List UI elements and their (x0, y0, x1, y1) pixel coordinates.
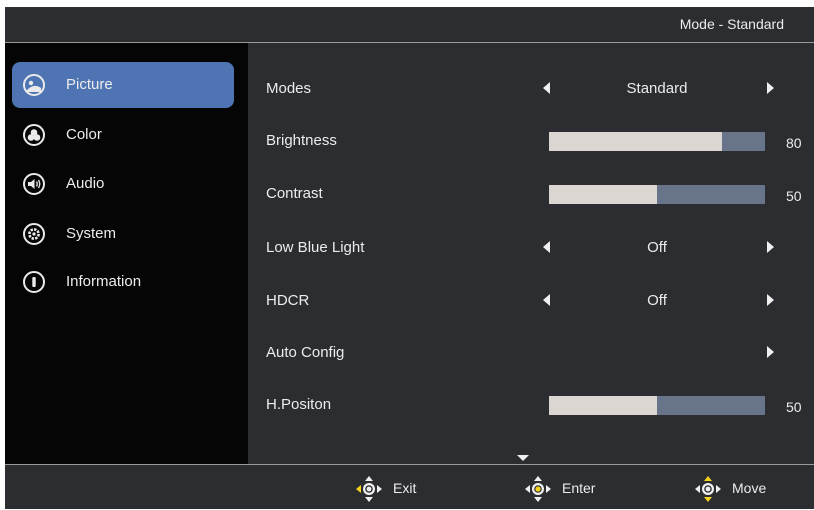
contrast-slider-fill (549, 185, 657, 204)
modes-value: Standard (626, 80, 688, 97)
sidebar-item-audio[interactable]: Audio (12, 161, 234, 207)
h-position-value: 50 (786, 399, 802, 415)
setting-label: Modes (266, 80, 312, 97)
arrow-right-icon[interactable] (767, 82, 774, 94)
setting-row-low-blue-light[interactable]: Low Blue Light Off (248, 228, 814, 268)
hdcr-value: Off (647, 292, 667, 309)
setting-row-brightness[interactable]: Brightness 80 (248, 121, 814, 161)
sidebar-item-label: Audio (66, 175, 105, 192)
gear-icon (23, 223, 45, 245)
arrow-right-icon[interactable] (767, 294, 774, 306)
sidebar-item-information[interactable]: Information (12, 259, 234, 305)
settings-panel: Modes Standard Brightness 80 Contrast 50… (248, 43, 814, 464)
osd-menu: Mode - Standard Picture Color Audio Syst… (5, 7, 814, 509)
mode-title: Mode - Standard (679, 16, 784, 32)
sidebar: Picture Color Audio System Information (5, 43, 248, 464)
setting-label: Brightness (266, 132, 337, 149)
sidebar-item-picture[interactable]: Picture (12, 62, 234, 108)
setting-row-contrast[interactable]: Contrast 50 (248, 174, 814, 214)
footer-bar: Exit Enter Move (5, 464, 814, 510)
enter-label: Enter (562, 480, 596, 496)
dpad-move-icon (695, 476, 721, 502)
setting-row-auto-config[interactable]: Auto Config (248, 333, 814, 373)
arrow-right-icon[interactable] (767, 241, 774, 253)
header-bar: Mode - Standard (5, 7, 814, 43)
dpad-center-icon (525, 476, 551, 502)
setting-row-modes[interactable]: Modes Standard (248, 69, 814, 109)
exit-label: Exit (393, 480, 417, 496)
setting-label: HDCR (266, 292, 310, 309)
contrast-value: 50 (786, 188, 802, 204)
sidebar-item-label: Color (66, 126, 102, 143)
scroll-down-icon[interactable] (517, 455, 529, 461)
setting-row-h-position[interactable]: H.Positon 50 (248, 385, 814, 425)
color-icon (23, 124, 45, 146)
setting-label: Contrast (266, 185, 323, 202)
h-position-slider-fill (549, 396, 657, 415)
move-label: Move (732, 480, 767, 496)
h-position-slider[interactable] (549, 396, 765, 415)
sidebar-item-label: Information (66, 273, 142, 290)
setting-label: Auto Config (266, 344, 345, 361)
dpad-left-icon (356, 476, 382, 502)
brightness-value: 80 (786, 135, 802, 151)
low-blue-light-value: Off (647, 239, 667, 256)
setting-label: Low Blue Light (266, 239, 365, 256)
speaker-icon (23, 173, 45, 195)
brightness-slider-fill (549, 132, 722, 151)
sidebar-item-label: System (66, 225, 117, 242)
arrow-right-icon[interactable] (767, 346, 774, 358)
setting-label: H.Positon (266, 396, 332, 413)
setting-row-hdcr[interactable]: HDCR Off (248, 281, 814, 321)
sidebar-item-system[interactable]: System (12, 211, 234, 257)
sidebar-item-label: Picture (66, 76, 113, 93)
info-icon (23, 271, 45, 293)
brightness-slider[interactable] (549, 132, 765, 151)
picture-icon (23, 74, 45, 96)
sidebar-item-color[interactable]: Color (12, 112, 234, 158)
contrast-slider[interactable] (549, 185, 765, 204)
